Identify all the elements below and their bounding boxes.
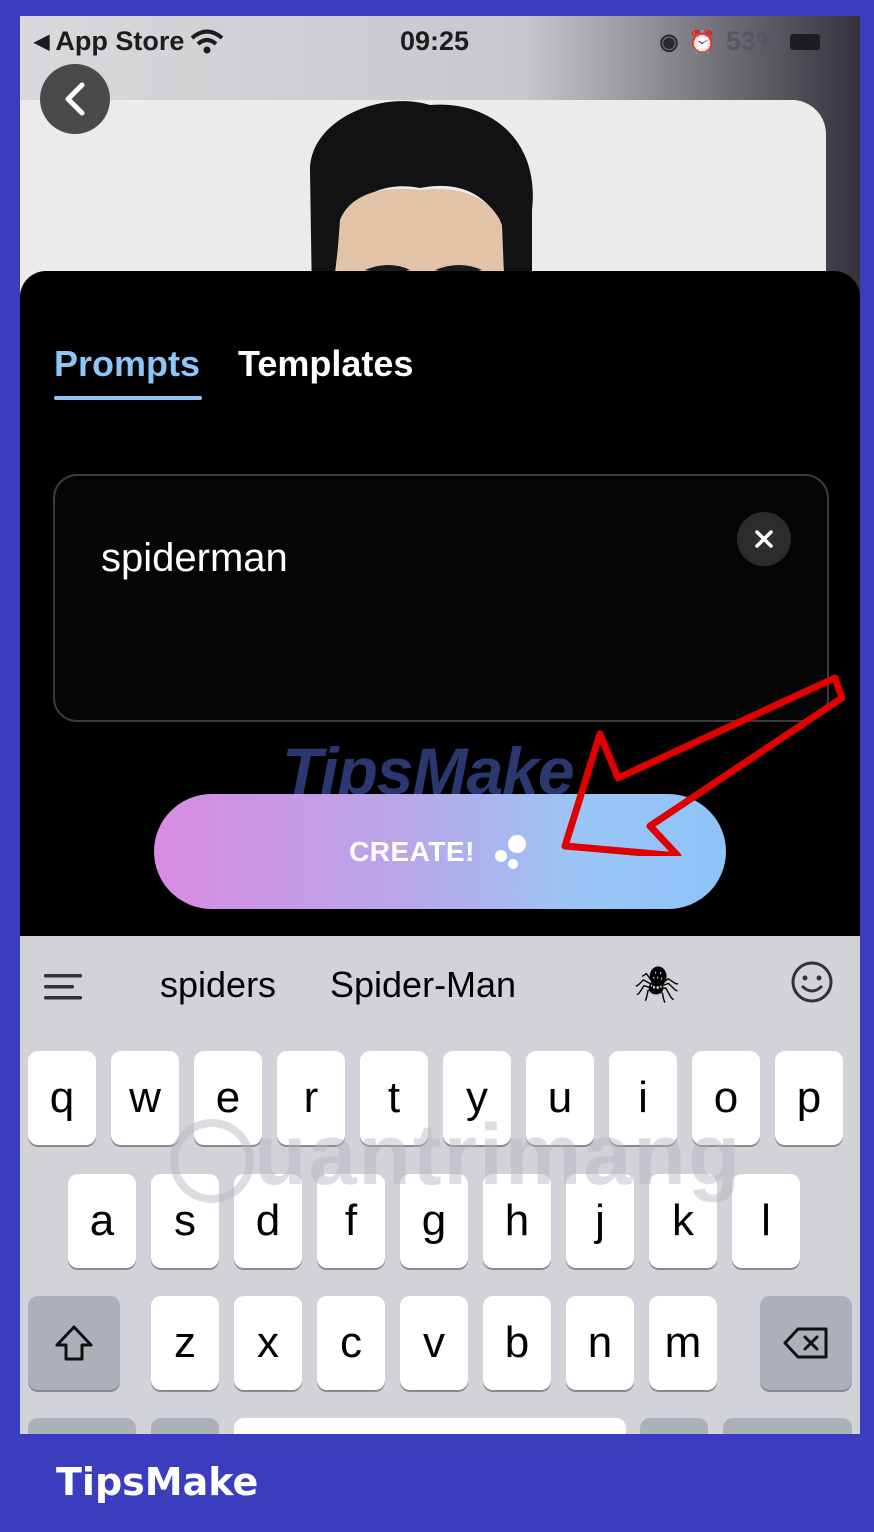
key-p[interactable]: p — [775, 1051, 843, 1145]
key-f[interactable]: f — [317, 1174, 385, 1268]
shift-key[interactable] — [28, 1296, 120, 1390]
active-tab-indicator — [54, 396, 202, 400]
menu-icon[interactable] — [44, 972, 84, 1002]
suggestion-spider-man[interactable]: Spider-Man — [330, 964, 516, 1006]
tab-templates[interactable]: Templates — [238, 343, 413, 385]
return-key[interactable] — [723, 1418, 852, 1434]
status-bar: ◀ App Store 09:25 ◉ ⏰ 53% — [20, 16, 860, 72]
dictation-key[interactable] — [640, 1418, 708, 1434]
triangle-back-icon: ◀ — [34, 31, 50, 53]
key-q[interactable]: q — [28, 1051, 96, 1145]
key-w[interactable]: w — [111, 1051, 179, 1145]
chevron-left-icon — [65, 82, 85, 116]
suggestion-spiders[interactable]: spiders — [160, 964, 276, 1006]
key-v[interactable]: v — [400, 1296, 468, 1390]
key-z[interactable]: z — [151, 1296, 219, 1390]
shift-arrow-icon — [55, 1325, 93, 1361]
numbers-key[interactable] — [28, 1418, 136, 1434]
key-n[interactable]: n — [566, 1296, 634, 1390]
brand-footer-text: TipsMake — [56, 1460, 259, 1504]
key-m[interactable]: m — [649, 1296, 717, 1390]
prompt-panel: Prompts Templates spiderman TipsMake CRE… — [20, 271, 860, 936]
alarm-icon: ⏰ — [688, 28, 716, 54]
key-e[interactable]: e — [194, 1051, 262, 1145]
key-j[interactable]: j — [566, 1174, 634, 1268]
phone-screen: ◀ App Store 09:25 ◉ ⏰ 53% Prompts Templa… — [20, 16, 860, 1434]
create-button-label: CREATE! — [349, 835, 475, 867]
orientation-lock-icon: ◉ — [659, 28, 679, 54]
backspace-icon — [783, 1327, 828, 1359]
key-h[interactable]: h — [483, 1174, 551, 1268]
key-r[interactable]: r — [277, 1051, 345, 1145]
keyboard: spiders Spider-Man 🕷 q w e r t y u i o p… — [20, 936, 860, 1434]
key-g[interactable]: g — [400, 1174, 468, 1268]
space-key[interactable] — [234, 1418, 626, 1434]
suggestion-bar: spiders Spider-Man 🕷 — [20, 936, 860, 1036]
key-u[interactable]: u — [526, 1051, 594, 1145]
portrait-image — [310, 101, 533, 300]
back-button[interactable] — [40, 64, 110, 134]
key-b[interactable]: b — [483, 1296, 551, 1390]
key-t[interactable]: t — [360, 1051, 428, 1145]
key-o[interactable]: o — [692, 1051, 760, 1145]
back-to-app[interactable]: ◀ App Store — [34, 26, 224, 57]
key-a[interactable]: a — [68, 1174, 136, 1268]
battery-icon — [790, 33, 820, 50]
sparkle-dots-icon — [494, 834, 526, 869]
key-x[interactable]: x — [234, 1296, 302, 1390]
prompt-input-value: spiderman — [101, 536, 288, 580]
key-l[interactable]: l — [732, 1174, 800, 1268]
suggestion-spider-emoji[interactable]: 🕷 — [634, 964, 680, 1006]
tab-prompts[interactable]: Prompts — [54, 343, 200, 385]
key-i[interactable]: i — [609, 1051, 677, 1145]
emoji-icon[interactable] — [790, 960, 834, 1004]
key-y[interactable]: y — [443, 1051, 511, 1145]
status-right: ◉ ⏰ 53% — [659, 26, 820, 57]
back-app-label: App Store — [55, 26, 185, 56]
key-c[interactable]: c — [317, 1296, 385, 1390]
language-key[interactable] — [151, 1418, 219, 1434]
backspace-key[interactable] — [760, 1296, 852, 1390]
annotation-arrow — [561, 674, 846, 856]
key-s[interactable]: s — [151, 1174, 219, 1268]
clear-prompt-button[interactable] — [737, 512, 791, 566]
key-k[interactable]: k — [649, 1174, 717, 1268]
status-time: 09:25 — [400, 26, 470, 56]
battery-percent: 53% — [725, 26, 780, 56]
wifi-icon — [191, 29, 224, 53]
key-d[interactable]: d — [234, 1174, 302, 1268]
close-icon — [755, 530, 773, 548]
